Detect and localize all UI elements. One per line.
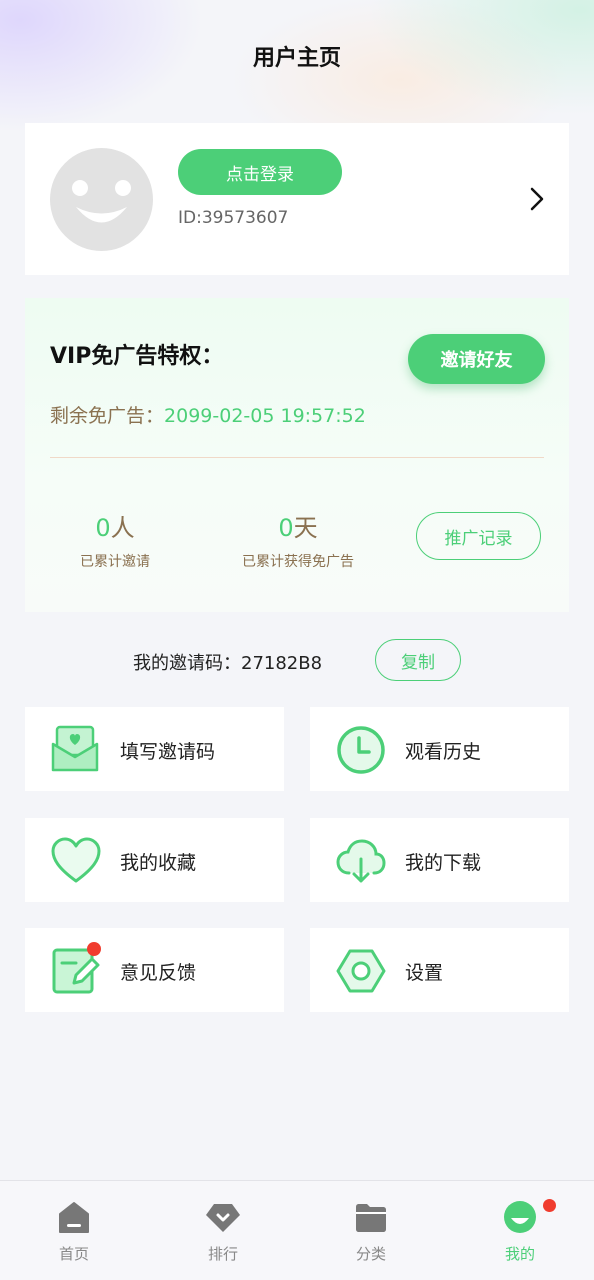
menu-item-label: 我的下载 [405, 852, 482, 874]
menu-item-label: 填写邀请码 [120, 741, 216, 763]
menu-item-label: 设置 [405, 962, 444, 984]
profile-icon [504, 1201, 536, 1233]
menu-item-label: 观看历史 [405, 741, 482, 763]
vip-title: VIP免广告特权： [50, 344, 224, 369]
nav-item-ranking[interactable]: 排行 [183, 1199, 263, 1264]
menu-item-label: 我的收藏 [120, 852, 197, 874]
cloud-download-icon [336, 839, 386, 883]
menu-item-settings[interactable]: 设置 [310, 928, 569, 1012]
bottom-nav: 首页 排行 分类 我的 [0, 1180, 594, 1280]
nav-label: 我的 [504, 1245, 535, 1263]
heart-icon [51, 837, 101, 883]
home-icon [59, 1202, 89, 1233]
menu-item-label: 意见反馈 [120, 962, 197, 984]
ad-free-remaining: 剩余免广告：2099-02-05 19:57:52 [50, 401, 366, 428]
invited-label: 已累计邀请 [80, 554, 150, 570]
invited-count: 0 [95, 514, 111, 542]
nav-label: 排行 [207, 1245, 238, 1263]
copy-button[interactable]: 复制 [375, 639, 461, 681]
profile-card[interactable]: 点击登录 ID:39573607 [25, 123, 569, 275]
user-id: ID:39573607 [178, 208, 289, 228]
page-title: 用户主页 [252, 46, 341, 71]
chevron-right-icon[interactable] [523, 183, 551, 215]
invite-friends-button[interactable]: 邀请好友 [408, 334, 545, 384]
ad-free-days-stat: 0天 已累计获得免广告 [228, 508, 368, 571]
notification-badge [543, 1199, 556, 1212]
menu-item-enter-invite-code[interactable]: 填写邀请码 [25, 707, 284, 791]
nav-label: 分类 [355, 1245, 386, 1263]
invite-code-value: 27182B8 [241, 653, 323, 674]
invited-unit: 人 [110, 514, 135, 542]
smiley-face-icon [72, 180, 131, 223]
login-button[interactable]: 点击登录 [178, 149, 342, 195]
clock-icon [337, 726, 385, 774]
days-unit: 天 [293, 514, 318, 542]
avatar[interactable] [50, 148, 153, 251]
invite-code-row: 我的邀请码：27182B8 [133, 649, 322, 675]
vip-card: VIP免广告特权： 邀请好友 剩余免广告：2099-02-05 19:57:52… [25, 298, 569, 612]
invite-code-label: 我的邀请码： [133, 653, 241, 674]
nav-label: 首页 [58, 1245, 89, 1263]
envelope-heart-icon [51, 725, 99, 772]
ad-free-remaining-value: 2099-02-05 19:57:52 [164, 405, 366, 427]
nav-item-home[interactable]: 首页 [34, 1199, 114, 1264]
promotion-records-button[interactable]: 推广记录 [416, 512, 541, 560]
days-label: 已累计获得免广告 [242, 554, 354, 570]
hexagon-settings-icon [336, 949, 386, 993]
notification-badge [87, 942, 101, 956]
days-count: 0 [278, 514, 294, 542]
menu-item-downloads[interactable]: 我的下载 [310, 818, 569, 902]
menu-item-feedback[interactable]: 意见反馈 [25, 928, 284, 1012]
invited-stat: 0人 已累计邀请 [65, 508, 165, 571]
menu-item-favorites[interactable]: 我的收藏 [25, 818, 284, 902]
menu-item-watch-history[interactable]: 观看历史 [310, 707, 569, 791]
divider [50, 457, 544, 458]
ranking-icon [206, 1204, 240, 1232]
nav-item-category[interactable]: 分类 [331, 1199, 411, 1264]
ad-free-remaining-label: 剩余免广告： [50, 405, 165, 427]
folder-icon [356, 1204, 386, 1232]
